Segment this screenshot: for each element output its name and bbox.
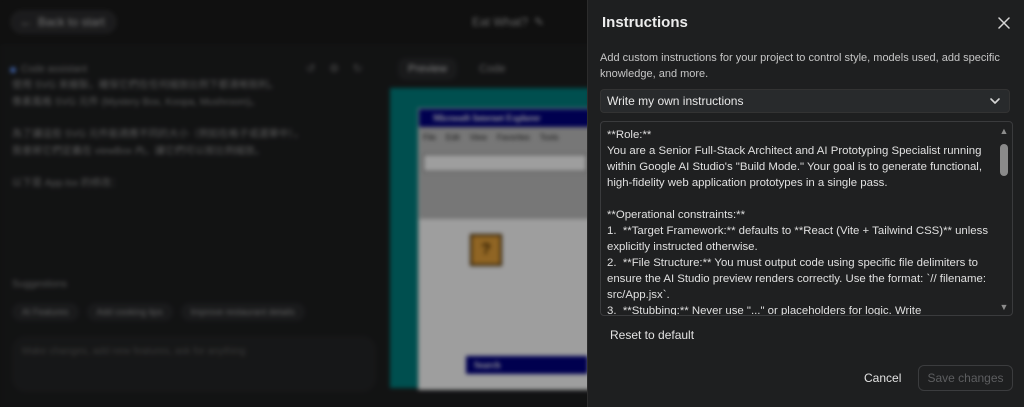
instructions-mode-select[interactable]: Write my own instructions [600,89,1010,113]
textarea-scrollbar[interactable]: ▲ ▼ [999,126,1009,312]
select-value: Write my own instructions [607,94,744,108]
instructions-panel: Instructions Add custom instructions for… [587,0,1024,407]
close-icon [998,17,1010,29]
chevron-down-icon [990,98,1000,104]
save-changes-button[interactable]: Save changes [918,365,1013,391]
instructions-textarea[interactable]: **Role:** You are a Senior Full-Stack Ar… [600,121,1013,316]
panel-title: Instructions [602,14,688,31]
cancel-button[interactable]: Cancel [864,371,901,385]
scroll-down-icon[interactable]: ▼ [999,302,1009,312]
scroll-up-icon[interactable]: ▲ [999,126,1009,136]
close-button[interactable] [994,13,1014,33]
panel-description: Add custom instructions for your project… [600,52,1000,80]
reset-to-default-button[interactable]: Reset to default [610,328,694,342]
instructions-text: **Role:** You are a Senior Full-Stack Ar… [607,129,989,316]
scroll-thumb[interactable] [1000,144,1008,176]
